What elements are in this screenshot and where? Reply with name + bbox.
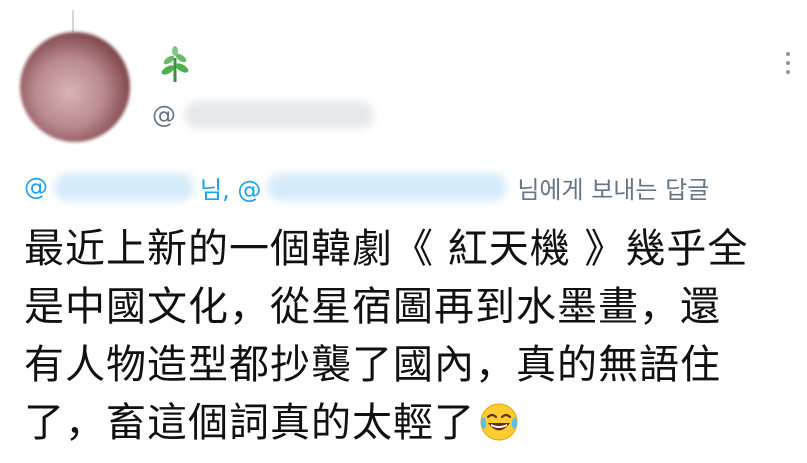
laughing-tears-emoji-icon — [480, 403, 518, 441]
author-handle[interactable]: @ — [152, 100, 374, 130]
reply-separator: 님, @ — [200, 175, 262, 204]
tweet-text: 最近上新的一個韓劇《 紅天機 》幾乎全 是中國文化，從星宿圖再到水墨畫，還 有人… — [24, 220, 794, 452]
handle-at-sign: @ — [152, 101, 176, 129]
reply-user-2-redacted[interactable] — [267, 173, 508, 201]
tweet-text-line-2: 是中國文化，從星宿圖再到水墨畫，還 — [24, 284, 721, 330]
reply-at-sign-1: @ — [24, 173, 48, 201]
handle-redacted — [184, 101, 374, 129]
tweet-text-line-1: 最近上新的一個韓劇《 紅天機 》幾乎全 — [24, 226, 749, 272]
sprout-icon — [161, 46, 189, 82]
tweet-text-line-4-text: 了，畜這個詞真的太輕了 — [24, 400, 475, 446]
replying-to-line: @ 님, @ 님에게 보내는 답글 — [24, 170, 709, 204]
more-options-icon[interactable] — [786, 52, 792, 74]
thread-connector-line — [72, 10, 74, 32]
avatar[interactable] — [20, 32, 130, 142]
reply-user-1-redacted[interactable] — [54, 173, 194, 201]
tweet-text-line-4: 了，畜這個詞真的太輕了 — [24, 394, 794, 452]
reply-suffix: 님에게 보내는 답글 — [517, 175, 710, 204]
tweet-text-line-3: 有人物造型都抄襲了國內，真的無語住 — [24, 342, 721, 388]
